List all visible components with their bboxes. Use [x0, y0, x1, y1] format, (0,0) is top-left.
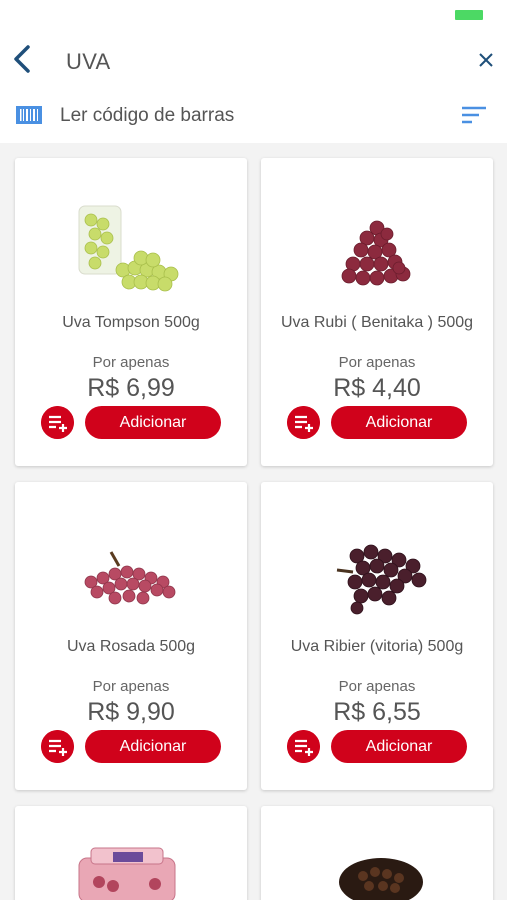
product-name: Uva Rubi ( Benitaka ) 500g: [280, 314, 474, 331]
product-price: R$ 9,90: [87, 698, 175, 726]
product-image: [78, 847, 176, 900]
add-to-list-icon[interactable]: [287, 406, 320, 439]
product-image: [336, 544, 427, 615]
add-button[interactable]: Adicionar: [331, 730, 467, 763]
promo-label: Por apenas: [338, 354, 416, 371]
promo-label: Por apenas: [92, 678, 170, 695]
product-price: R$ 6,99: [87, 374, 175, 402]
product-image: [341, 220, 411, 286]
close-icon[interactable]: [474, 48, 498, 72]
add-to-list-icon[interactable]: [41, 730, 74, 763]
add-to-list-icon[interactable]: [41, 406, 74, 439]
product-card[interactable]: [15, 806, 247, 900]
battery-icon: [455, 10, 483, 20]
add-button[interactable]: Adicionar: [331, 406, 467, 439]
add-to-list-icon[interactable]: [287, 730, 320, 763]
app-header: UVA Ler código de barras: [0, 0, 507, 143]
product-image: [84, 551, 176, 605]
back-arrow-icon[interactable]: [10, 42, 40, 76]
search-query[interactable]: UVA: [66, 49, 111, 75]
product-card[interactable]: Uva Rosada 500g Por apenas R$ 9,90 Adici…: [15, 482, 247, 790]
product-price: R$ 4,40: [333, 374, 421, 402]
barcode-icon: [16, 106, 42, 124]
filter-sort-icon[interactable]: [460, 104, 488, 126]
barcode-scan-row[interactable]: Ler código de barras: [0, 98, 507, 134]
promo-label: Por apenas: [92, 354, 170, 371]
product-card[interactable]: Uva Ribier (vitoria) 500g Por apenas R$ …: [261, 482, 493, 790]
product-name: Uva Tompson 500g: [62, 314, 200, 331]
product-card[interactable]: [261, 806, 493, 900]
add-button[interactable]: Adicionar: [85, 406, 221, 439]
product-price: R$ 6,55: [333, 698, 421, 726]
product-image: [78, 205, 179, 292]
product-name: Uva Ribier (vitoria) 500g: [290, 638, 464, 655]
product-image: [339, 858, 423, 900]
product-card[interactable]: Uva Tompson 500g Por apenas R$ 6,99 Adic…: [15, 158, 247, 466]
add-button[interactable]: Adicionar: [85, 730, 221, 763]
promo-label: Por apenas: [338, 678, 416, 695]
product-name: Uva Rosada 500g: [66, 638, 196, 655]
product-card[interactable]: Uva Rubi ( Benitaka ) 500g Por apenas R$…: [261, 158, 493, 466]
barcode-label: Ler código de barras: [60, 105, 235, 126]
